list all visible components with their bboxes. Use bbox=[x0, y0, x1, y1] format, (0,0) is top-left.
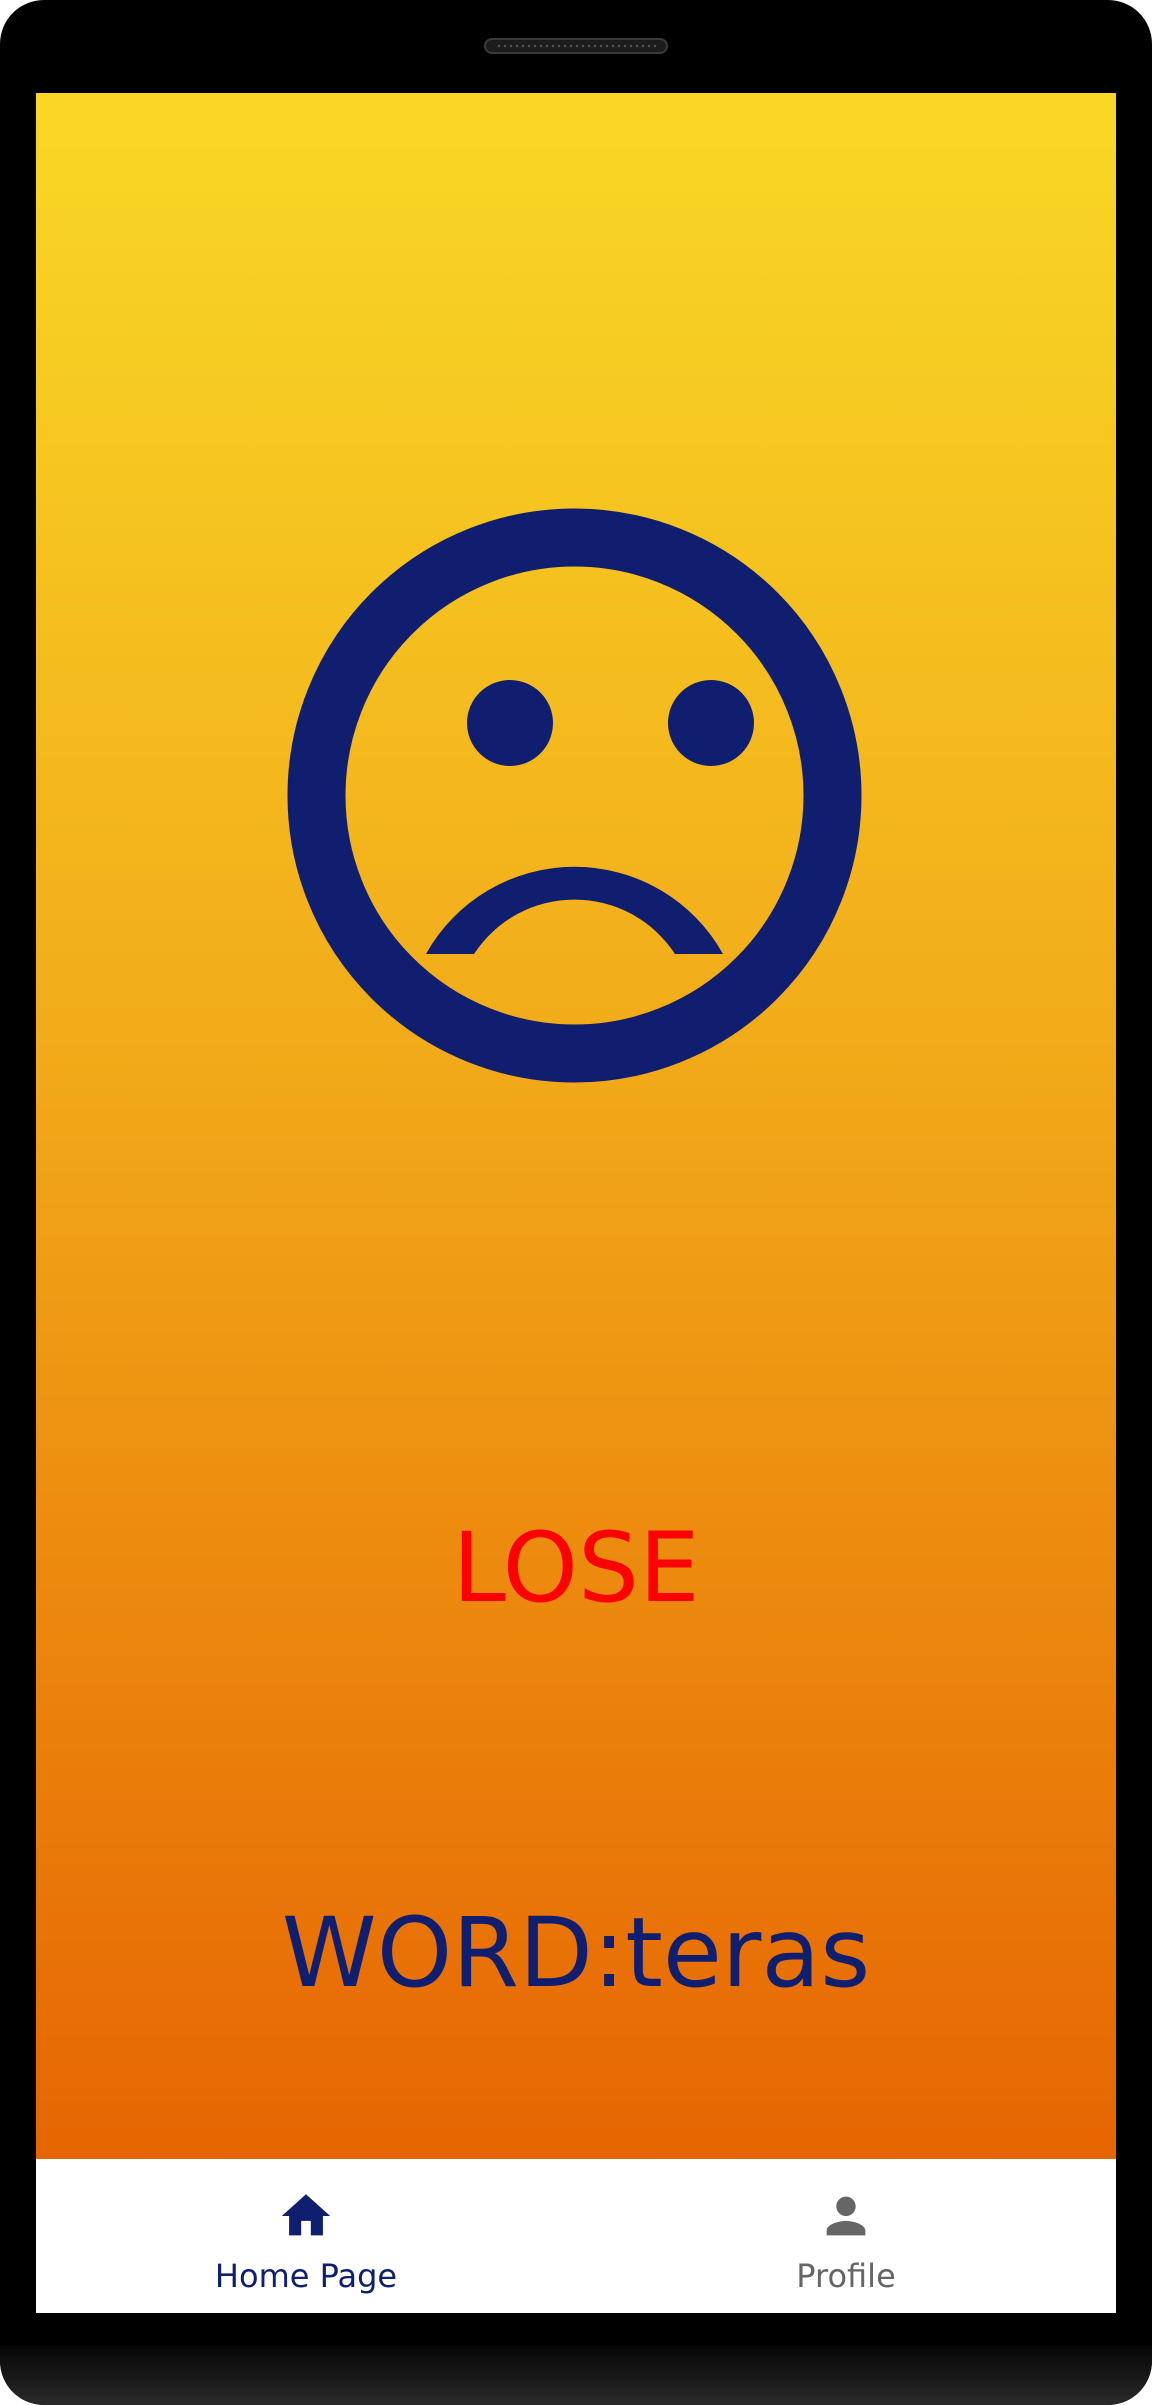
sad-face-icon bbox=[287, 508, 862, 1083]
nav-item-home-label: Home Page bbox=[214, 2257, 398, 2295]
revealed-word-label: WORD:teras bbox=[281, 1897, 871, 2009]
phone-frame: LOSE WORD:teras Home Page Profile bbox=[0, 0, 1152, 2405]
nav-item-home[interactable]: Home Page bbox=[36, 2159, 576, 2313]
bottom-navigation-bar: Home Page Profile bbox=[36, 2159, 1116, 2313]
phone-speaker bbox=[484, 38, 668, 54]
person-icon bbox=[826, 2196, 866, 2236]
result-label: LOSE bbox=[452, 1512, 700, 1624]
nav-item-profile[interactable]: Profile bbox=[576, 2159, 1116, 2313]
phone-bottom-bezel bbox=[0, 2345, 1152, 2405]
nav-item-profile-label: Profile bbox=[796, 2257, 896, 2295]
game-result-area: LOSE WORD:teras bbox=[36, 93, 1116, 2159]
home-icon bbox=[281, 2194, 331, 2236]
app-screen: LOSE WORD:teras Home Page Profile bbox=[36, 93, 1116, 2313]
